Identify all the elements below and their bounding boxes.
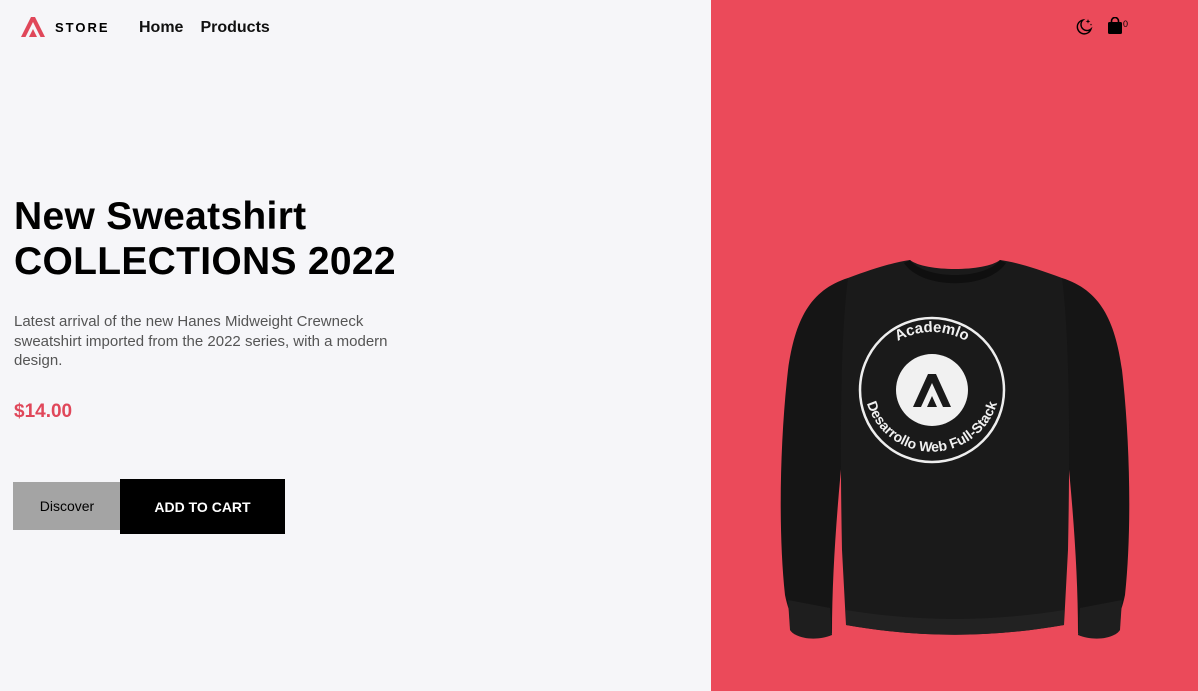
hero-description: Latest arrival of the new Hanes Midweigh… <box>14 313 388 369</box>
product-price: $14.00 <box>14 401 73 422</box>
theme-toggle-button[interactable] <box>1074 17 1094 37</box>
hero-title-line1: New Sweatshirt <box>14 195 307 238</box>
cart-count-badge: 0 <box>1123 19 1129 29</box>
store-logo[interactable]: STORE <box>20 16 110 38</box>
academlo-logo-icon <box>21 17 45 37</box>
nav-products-link[interactable]: Products <box>200 19 269 37</box>
shopping-bag-icon <box>1108 17 1122 34</box>
cart-button[interactable]: 0 <box>1107 17 1128 35</box>
hero-title-line2: COLLECTIONS 2022 <box>14 240 396 283</box>
logo-text: STORE <box>55 19 110 35</box>
nav-home-link[interactable]: Home <box>139 19 183 37</box>
add-to-cart-button[interactable]: ADD TO CART <box>120 479 285 534</box>
hero-title: New Sweatshirt COLLECTIONS 2022 <box>14 194 534 284</box>
moon-stars-icon <box>1076 18 1093 35</box>
sweatshirt-image: Academlo Desarrollo Web Full-Stack <box>780 260 1130 639</box>
discover-button[interactable]: Discover <box>13 482 121 530</box>
main-nav: Home Products <box>139 19 270 37</box>
hero-section: New Sweatshirt COLLECTIONS 2022 Latest a… <box>14 194 534 371</box>
site-header: STORE Home Products 0 <box>0 0 1198 56</box>
header-actions: 0 <box>1074 17 1128 37</box>
